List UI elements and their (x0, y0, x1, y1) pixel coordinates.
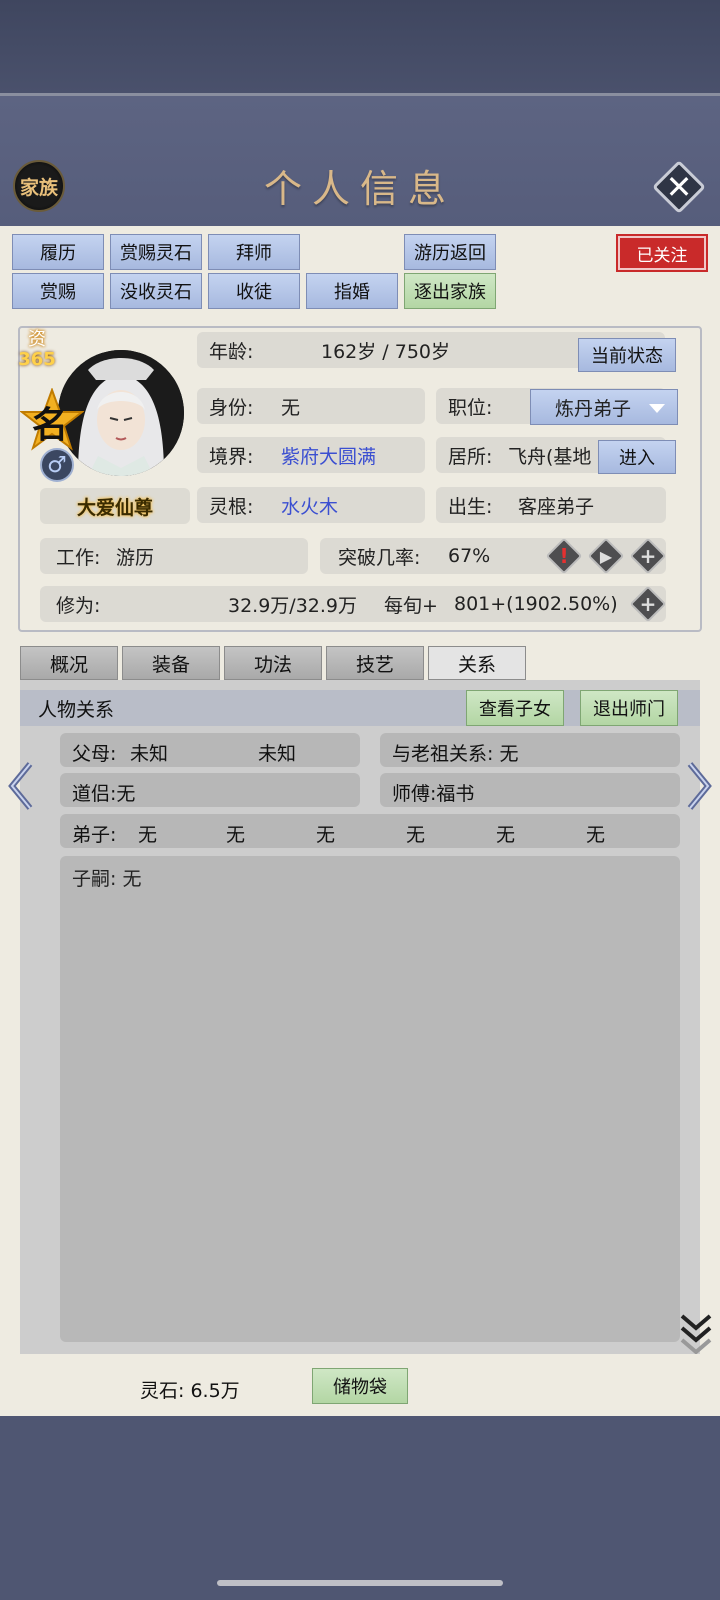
disciples-row: 弟子: 无 无 无 无 无 无 (60, 814, 680, 848)
reward-button[interactable]: 赏赐 (12, 273, 104, 309)
position-label: 职位: (448, 396, 493, 419)
view-children-button[interactable]: 查看子女 (466, 690, 564, 726)
tab-crafts[interactable]: 技艺 (326, 646, 424, 680)
home-indicator[interactable] (217, 1580, 503, 1586)
cultivation-value: 32.9万/32.9万 (228, 594, 358, 617)
master[interactable]: 师傅:福书 (392, 779, 474, 806)
tab-skills[interactable]: 功法 (224, 646, 322, 680)
aptitude-value: 365 (18, 349, 56, 370)
disciple-3[interactable]: 无 (316, 820, 335, 847)
birth-field: 出生: 客座弟子 (436, 487, 666, 523)
aptitude-label: 资 (28, 329, 46, 350)
parent-1[interactable]: 未知 (130, 739, 168, 766)
enter-button[interactable]: 进入 (598, 440, 676, 474)
ancestor-relation-row: 与老祖关系: 无 (380, 733, 680, 767)
job-label: 工作: (56, 546, 101, 569)
reward-stone-button[interactable]: 赏赐灵石 (110, 234, 202, 270)
residence-label: 居所: (448, 445, 493, 468)
next-arrow-icon[interactable] (684, 760, 714, 812)
leave-master-button[interactable]: 退出师门 (580, 690, 678, 726)
heirs: 子嗣: 无 (72, 868, 142, 890)
expel-family-button[interactable]: 逐出家族 (404, 273, 496, 309)
avatar-area[interactable]: 资 365 名 ♂ (18, 330, 188, 482)
tab-relations[interactable]: 关系 (428, 646, 526, 680)
parent-2[interactable]: 未知 (258, 739, 296, 766)
prev-arrow-icon[interactable] (6, 760, 36, 812)
position-value: 炼丹弟子 (555, 397, 632, 420)
add-breakthrough-button[interactable]: + (629, 537, 667, 575)
followed-badge[interactable]: 已关注 (616, 234, 708, 272)
tab-equipment[interactable]: 装备 (122, 646, 220, 680)
exclamation-icon: ! (559, 544, 569, 568)
take-disciple-button[interactable]: 收徒 (208, 273, 300, 309)
confiscate-stone-button[interactable]: 没收灵石 (110, 273, 202, 309)
partner-row: 道侣:无 (60, 773, 360, 807)
heirs-list[interactable]: 子嗣: 无 (60, 856, 680, 1342)
per-turn-label: 每旬+ (384, 594, 438, 617)
chevron-down-icon (649, 404, 665, 413)
relations-title: 人物关系 (38, 698, 115, 721)
age-label: 年龄: (209, 340, 254, 363)
spirit-root-value: 水火木 (281, 495, 339, 518)
cultivation-field: 修为: 32.9万/32.9万 每旬+ 801+(1902.50%) (40, 586, 666, 622)
residence-value: 飞舟(基地 (508, 445, 592, 468)
storage-bag-button[interactable]: 储物袋 (312, 1368, 408, 1404)
job-value: 游历 (116, 546, 155, 569)
birth-label: 出生: (448, 495, 493, 518)
disciple-2[interactable]: 无 (226, 820, 245, 847)
spirit-root-label: 灵根: (209, 495, 254, 518)
position-select[interactable]: 炼丹弟子 (530, 389, 678, 425)
close-icon: ✕ (665, 168, 693, 206)
age-value: 162岁 / 750岁 (321, 340, 451, 363)
partner[interactable]: 道侣:无 (72, 779, 135, 806)
breakthrough-value: 67% (448, 545, 491, 567)
ancestor-relation: 与老祖关系: 无 (392, 743, 519, 765)
aptitude-badge: 资 365 (18, 330, 56, 370)
realm-value: 紫府大圆满 (281, 445, 377, 468)
male-icon: ♂ (40, 448, 74, 482)
footer-band (0, 1416, 720, 1600)
cultivation-label: 修为: (56, 594, 101, 617)
disciple-5[interactable]: 无 (496, 820, 515, 847)
play-button[interactable]: ▶ (587, 537, 625, 575)
current-status-button[interactable]: 当前状态 (578, 338, 676, 372)
birth-value: 客座弟子 (518, 495, 595, 518)
top-band (0, 0, 720, 96)
page-title: 个人信息 (263, 167, 456, 211)
master-row: 师傅:福书 (380, 773, 680, 807)
add-cultivation-button[interactable]: + (629, 585, 667, 623)
arrange-marriage-button[interactable]: 指婚 (306, 273, 398, 309)
scroll-down-icon[interactable] (676, 1310, 716, 1354)
parents-label: 父母: (72, 743, 117, 765)
job-field: 工作: 游历 (40, 538, 308, 574)
per-turn-value: 801+(1902.50%) (454, 593, 618, 615)
fame-label: 名 (31, 404, 68, 446)
disciple-1[interactable]: 无 (138, 820, 157, 847)
plus-icon: + (639, 592, 657, 616)
close-button[interactable]: ✕ (652, 160, 706, 214)
warning-button[interactable]: ! (545, 537, 583, 575)
take-master-button[interactable]: 拜师 (208, 234, 300, 270)
travel-return-button[interactable]: 游历返回 (404, 234, 496, 270)
disciple-6[interactable]: 无 (586, 820, 605, 847)
breakthrough-label: 突破几率: (338, 546, 421, 569)
disciples-label: 弟子: (72, 824, 117, 846)
tab-overview[interactable]: 概况 (20, 646, 118, 680)
disciple-4[interactable]: 无 (406, 820, 425, 847)
spirit-root-field: 灵根: 水火木 (197, 487, 425, 523)
parents-row: 父母: 未知 未知 (60, 733, 360, 767)
realm-label: 境界: (209, 445, 254, 468)
identity-value: 无 (281, 396, 301, 419)
identity-label: 身份: (209, 396, 254, 419)
character-name: 大爱仙尊 (40, 488, 190, 524)
resume-button[interactable]: 履历 (12, 234, 104, 270)
plus-icon: + (639, 544, 657, 568)
realm-field: 境界: 紫府大圆满 (197, 437, 425, 473)
spirit-stone-count: 灵石: 6.5万 (140, 1380, 240, 1402)
identity-field: 身份: 无 (197, 388, 425, 424)
play-icon: ▶ (599, 546, 613, 566)
